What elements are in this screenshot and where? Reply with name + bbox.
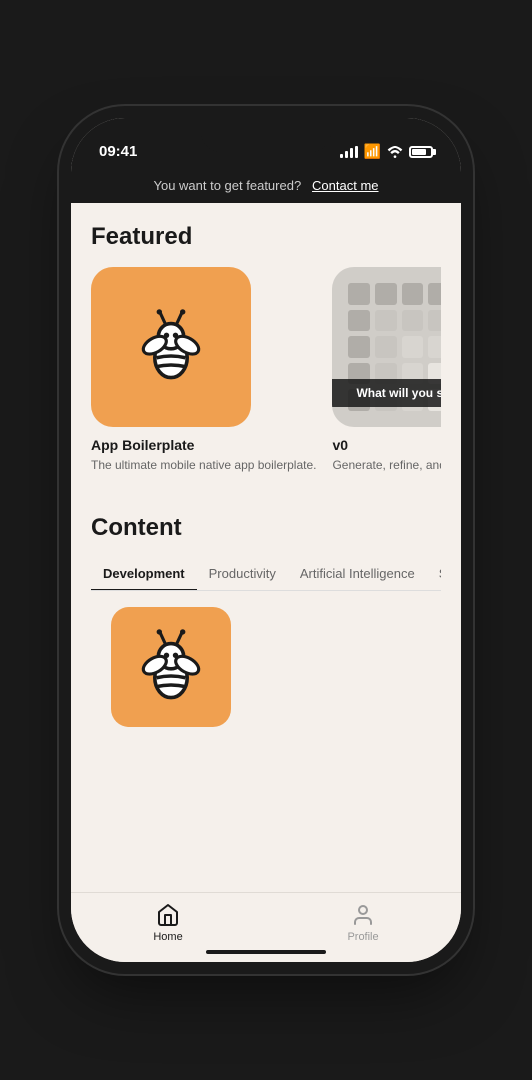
banner-text: You want to get featured?	[153, 178, 301, 193]
content-section: Content Development Productivity Artific…	[71, 494, 461, 737]
status-time: 09:41	[99, 143, 137, 160]
notch	[201, 118, 331, 152]
banner: You want to get featured? Contact me	[71, 168, 461, 203]
featured-section: Featured	[71, 203, 461, 494]
home-indicator	[206, 950, 326, 954]
v0-overlay-text: What will you ship?	[332, 379, 441, 407]
content-preview	[91, 607, 441, 727]
content-tabs[interactable]: Development Productivity Artificial Inte…	[91, 558, 441, 591]
content-card-image	[111, 607, 231, 727]
wifi-icon: 📶	[364, 143, 381, 160]
wifi-icon-svg	[387, 146, 403, 158]
card-desc-boilerplate: The ultimate mobile native app boilerpla…	[91, 457, 316, 474]
scroll-area[interactable]: Featured	[71, 203, 461, 887]
profile-label: Profile	[347, 931, 378, 943]
status-icons: 📶	[340, 143, 433, 160]
content-card[interactable]	[111, 607, 421, 727]
bee-icon-content	[126, 622, 216, 712]
tab-ai[interactable]: Artificial Intelligence	[288, 558, 427, 591]
featured-cards-row[interactable]: App Boilerplate The ultimate mobile nati…	[91, 267, 441, 484]
tab-productivity[interactable]: Productivity	[197, 558, 288, 591]
card-image-v0: What will you ship?	[332, 267, 441, 427]
tab-seo[interactable]: SEO	[427, 558, 441, 591]
signal-icon	[340, 146, 358, 158]
bee-icon	[126, 302, 216, 392]
phone-frame: 09:41 📶 You want to get featured? Contac…	[71, 118, 461, 962]
card-title-v0: v0	[332, 437, 441, 453]
status-bar: 09:41 📶	[71, 118, 461, 168]
tab-development[interactable]: Development	[91, 558, 197, 591]
card-desc-v0: Generate, refine, and applications with …	[332, 457, 441, 474]
card-title-boilerplate: App Boilerplate	[91, 437, 316, 453]
featured-card-v0[interactable]: What will you ship? v0 Generate, refine,…	[332, 267, 441, 474]
tab-bar-profile[interactable]: Profile	[347, 903, 378, 943]
home-icon	[156, 903, 180, 927]
battery-icon	[409, 146, 433, 158]
home-label: Home	[153, 931, 182, 943]
card-image-boilerplate	[91, 267, 251, 427]
featured-card-boilerplate[interactable]: App Boilerplate The ultimate mobile nati…	[91, 267, 316, 474]
contact-link[interactable]: Contact me	[312, 178, 378, 193]
content-title: Content	[91, 514, 441, 542]
person-icon	[351, 903, 375, 927]
tab-bar-home[interactable]: Home	[153, 903, 182, 943]
featured-title: Featured	[91, 223, 441, 251]
